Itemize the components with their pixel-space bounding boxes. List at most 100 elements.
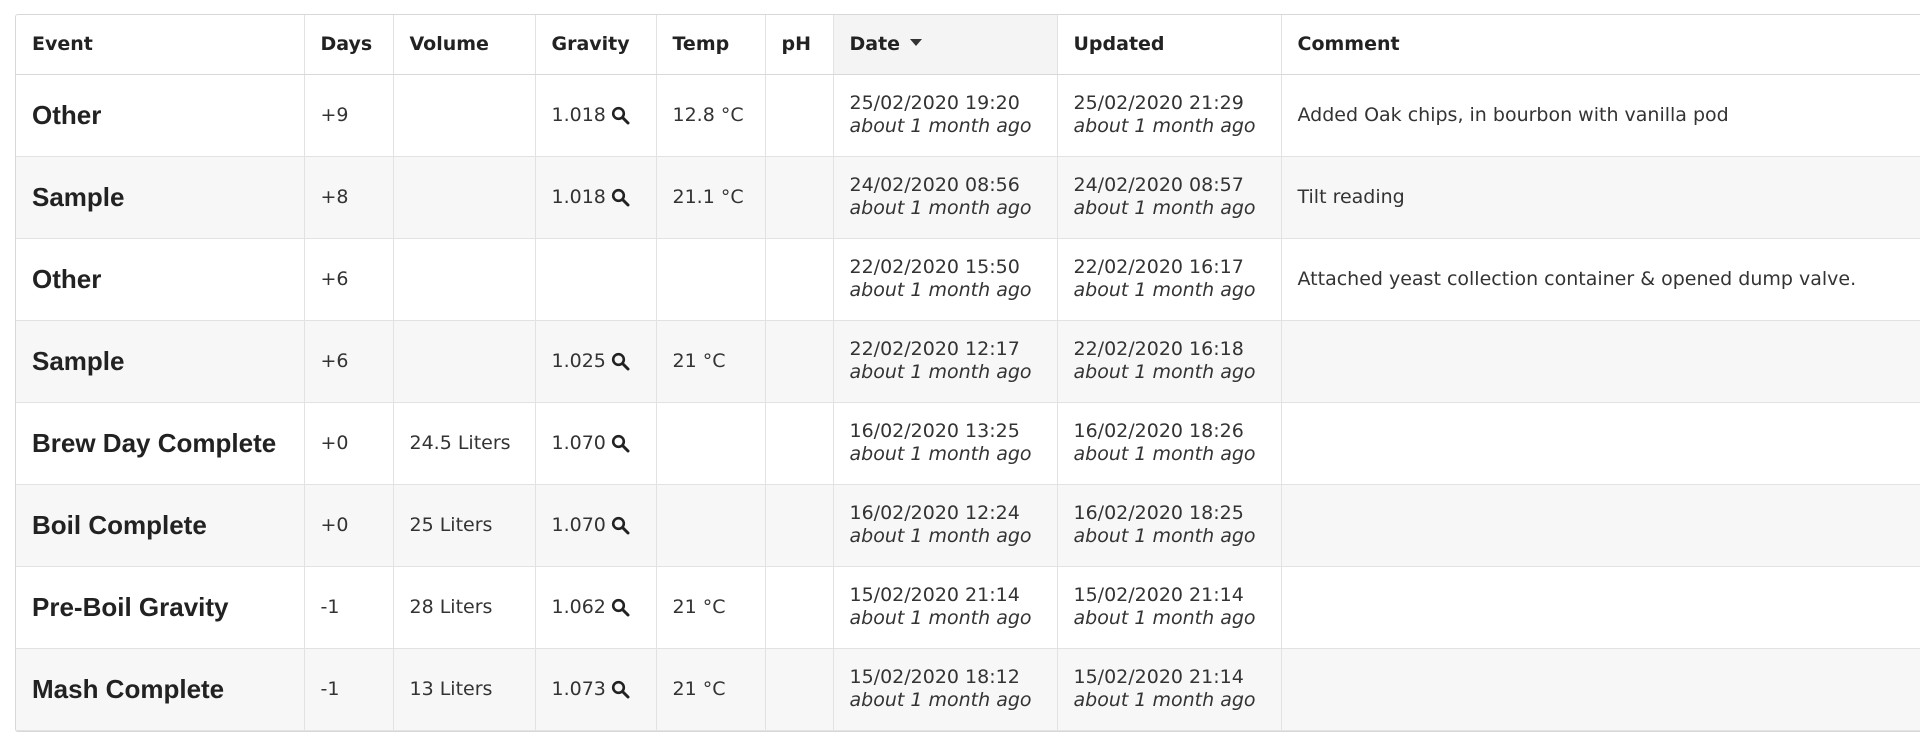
ph-cell [765, 648, 834, 731]
date-absolute: 16/02/2020 13:25 [849, 420, 1020, 442]
event-name: Mash Complete [32, 673, 225, 704]
caret-down-icon [910, 39, 923, 47]
volume-cell: 25 Liters [393, 484, 536, 567]
volume-cell: 24.5 Liters [393, 402, 536, 485]
column-header-label: Volume [409, 33, 489, 56]
ph-cell [765, 238, 834, 321]
days-value: +6 [320, 350, 349, 372]
search-icon[interactable] [611, 516, 630, 535]
date-absolute: 22/02/2020 12:17 [849, 338, 1020, 360]
updated-cell: 15/02/2020 21:14 about 1 month ago [1057, 566, 1282, 649]
events-table-container: Event Days Volume Gravity Temp pH Date U… [15, 14, 1920, 732]
updated-cell: 16/02/2020 18:25 about 1 month ago [1057, 484, 1282, 567]
days-cell: +6 [304, 238, 394, 321]
event-name: Other [32, 263, 102, 294]
volume-cell [393, 156, 536, 239]
column-header-label: pH [781, 33, 812, 56]
date-cell: 22/02/2020 12:17 about 1 month ago [833, 320, 1058, 403]
updated-relative: about 1 month ago [1073, 361, 1256, 383]
gravity-wrap: 1.062 [552, 596, 630, 618]
temp-cell: 21 °C [656, 648, 766, 731]
temp-value: 21 °C [672, 350, 726, 372]
event-cell: Sample [16, 320, 305, 403]
event-cell: Pre-Boil Gravity [16, 566, 305, 649]
date-cell: 22/02/2020 15:50 about 1 month ago [833, 238, 1058, 321]
search-icon[interactable] [611, 188, 630, 207]
temp-value: 21.1 °C [672, 186, 744, 208]
days-cell: -1 [304, 648, 394, 731]
event-name: Brew Day Complete [32, 427, 277, 458]
gravity-wrap: 1.018 [552, 186, 630, 208]
column-header-comment[interactable]: Comment [1281, 15, 1920, 75]
gravity-wrap: 1.070 [552, 514, 630, 536]
column-header-volume[interactable]: Volume [393, 15, 536, 75]
column-header-temp[interactable]: Temp [656, 15, 766, 75]
updated-cell: 24/02/2020 08:57 about 1 month ago [1057, 156, 1282, 239]
gravity-cell: 1.025 [535, 320, 657, 403]
days-cell: +8 [304, 156, 394, 239]
updated-cell: 22/02/2020 16:17 about 1 month ago [1057, 238, 1282, 321]
updated-relative: about 1 month ago [1073, 607, 1256, 629]
volume-cell [393, 238, 536, 321]
date-cell: 15/02/2020 18:12 about 1 month ago [833, 648, 1058, 731]
column-header-ph[interactable]: pH [765, 15, 834, 75]
column-header-label: Updated [1073, 33, 1165, 56]
updated-absolute: 25/02/2020 21:29 [1073, 92, 1244, 114]
table-row[interactable]: Sample +8 1.018 21.1 °C 24/02/2020 08:56… [16, 156, 1920, 239]
date-absolute: 15/02/2020 21:14 [849, 584, 1020, 606]
gravity-value: 1.073 [551, 678, 606, 700]
table-row[interactable]: Other +9 1.018 12.8 °C 25/02/2020 19:20 … [16, 74, 1920, 157]
gravity-wrap: 1.073 [552, 678, 630, 700]
days-value: -1 [320, 678, 340, 700]
table-row[interactable]: Boil Complete +0 25 Liters 1.070 16/02/2… [16, 484, 1920, 567]
comment-text: Attached yeast collection container & op… [1297, 268, 1857, 290]
table-row[interactable]: Mash Complete -1 13 Liters 1.073 21 °C 1… [16, 648, 1920, 731]
days-cell: +9 [304, 74, 394, 157]
search-icon[interactable] [611, 352, 630, 371]
table-row[interactable]: Other +6 22/02/2020 15:50 about 1 month … [16, 238, 1920, 321]
temp-value: 12.8 °C [672, 104, 744, 126]
updated-cell: 25/02/2020 21:29 about 1 month ago [1057, 74, 1282, 157]
column-header-event[interactable]: Event [16, 15, 305, 75]
column-header-gravity[interactable]: Gravity [535, 15, 657, 75]
column-header-updated[interactable]: Updated [1057, 15, 1282, 75]
updated-relative: about 1 month ago [1073, 115, 1256, 137]
comment-cell [1281, 484, 1920, 567]
table-row[interactable]: Sample +6 1.025 21 °C 22/02/2020 12:17 a… [16, 320, 1920, 403]
gravity-wrap: 1.018 [552, 104, 630, 126]
date-cell: 16/02/2020 12:24 about 1 month ago [833, 484, 1058, 567]
search-icon[interactable] [611, 434, 630, 453]
date-relative: about 1 month ago [849, 361, 1032, 383]
search-icon[interactable] [611, 598, 630, 617]
event-name: Sample [32, 345, 125, 376]
gravity-cell: 1.062 [535, 566, 657, 649]
updated-cell: 16/02/2020 18:26 about 1 month ago [1057, 402, 1282, 485]
date-relative: about 1 month ago [849, 197, 1032, 219]
days-value: +0 [320, 432, 349, 454]
column-header-date[interactable]: Date [833, 15, 1058, 75]
table-row[interactable]: Pre-Boil Gravity -1 28 Liters 1.062 21 °… [16, 566, 1920, 649]
volume-cell [393, 74, 536, 157]
date-absolute: 16/02/2020 12:24 [849, 502, 1020, 524]
date-absolute: 24/02/2020 08:56 [849, 174, 1020, 196]
events-table: Event Days Volume Gravity Temp pH Date U… [16, 15, 1920, 731]
search-icon[interactable] [611, 680, 630, 699]
comment-cell [1281, 320, 1920, 403]
days-cell: +6 [304, 320, 394, 403]
column-header-label: Gravity [551, 33, 630, 56]
comment-text: Tilt reading [1297, 186, 1405, 208]
temp-cell: 21 °C [656, 566, 766, 649]
table-row[interactable]: Brew Day Complete +0 24.5 Liters 1.070 1… [16, 402, 1920, 485]
search-icon[interactable] [611, 106, 630, 125]
column-header-days[interactable]: Days [304, 15, 394, 75]
updated-relative: about 1 month ago [1073, 279, 1256, 301]
gravity-cell [535, 238, 657, 321]
volume-value: 13 Liters [409, 678, 493, 700]
ph-cell [765, 484, 834, 567]
header-row: Event Days Volume Gravity Temp pH Date U… [16, 15, 1920, 75]
event-name: Boil Complete [32, 509, 207, 540]
temp-cell [656, 484, 766, 567]
comment-cell [1281, 566, 1920, 649]
temp-value: 21 °C [672, 678, 726, 700]
days-cell: +0 [304, 484, 394, 567]
